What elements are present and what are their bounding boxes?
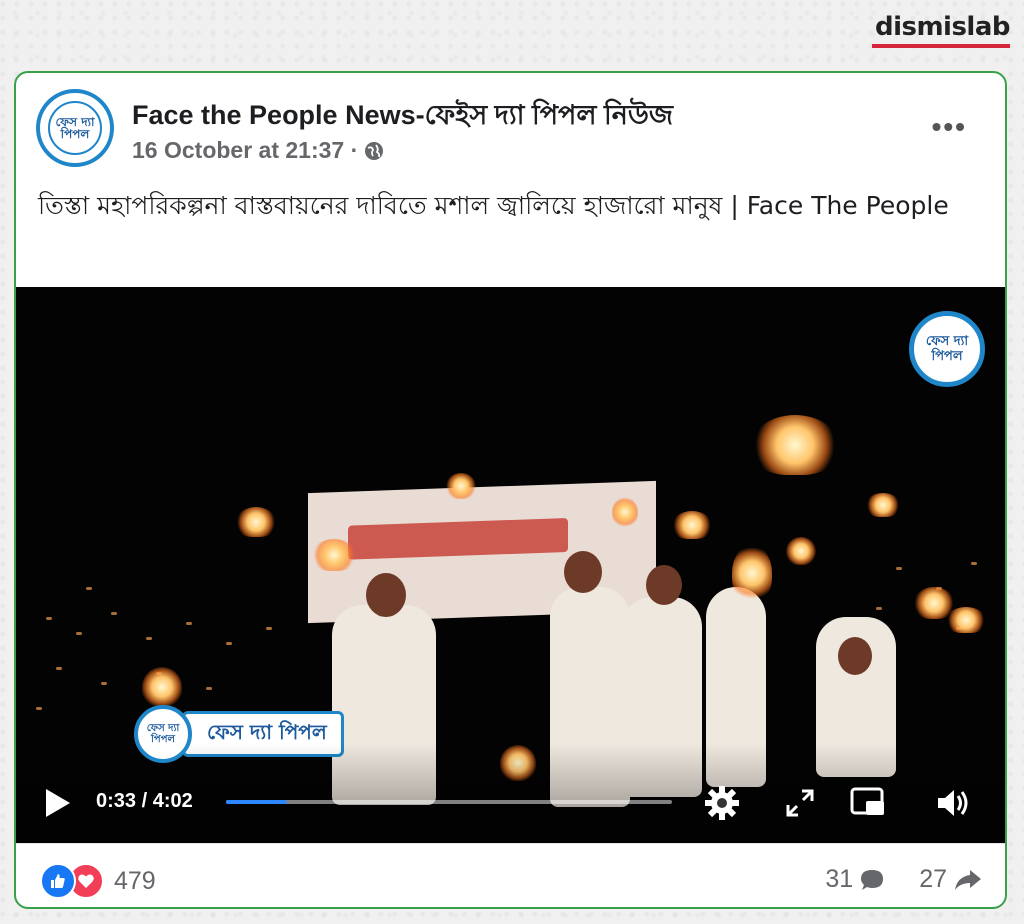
facebook-post-card: ফেস দ্যা পিপল Face the People News-ফেইস … — [14, 71, 1007, 909]
settings-gear-icon[interactable] — [702, 783, 742, 823]
reactions-summary[interactable]: 479 — [40, 863, 156, 899]
engagement-stats: 31 27 — [825, 865, 983, 894]
globe-icon — [365, 141, 384, 160]
video-player[interactable]: ফেস দ্যা পিপল ফেস দ্যা পিপল ফেস দ্যা পিপ… — [16, 287, 1005, 843]
channel-watermark-logo: ফেস দ্যা পিপল — [909, 311, 985, 387]
shares-count: 27 — [919, 865, 947, 893]
page-name-link[interactable]: Face the People News-ফেইস দ্যা পিপল নিউজ — [132, 95, 673, 140]
more-options-button[interactable]: ••• — [932, 111, 967, 143]
brand-name: dismislab — [874, 12, 1011, 42]
progress-track[interactable] — [226, 800, 672, 804]
lower-third-logo: ফেস দ্যা পিপল — [134, 705, 192, 763]
comments-stat[interactable]: 31 — [825, 865, 885, 894]
post-meta: 16 October at 21:37 · — [132, 137, 384, 164]
reaction-count: 479 — [114, 866, 156, 895]
play-icon[interactable] — [46, 789, 70, 817]
shares-stat[interactable]: 27 — [919, 865, 983, 894]
post-timestamp[interactable]: 16 October at 21:37 · — [132, 137, 358, 164]
footer-divider — [16, 843, 1005, 844]
avatar-logo-text: ফেস দ্যা পিপল — [48, 101, 102, 155]
fullscreen-icon[interactable] — [780, 783, 820, 823]
video-time: 0:33 / 4:02 — [96, 790, 193, 812]
brand-underline — [872, 44, 1010, 48]
share-arrow-icon — [955, 869, 981, 890]
page-avatar[interactable]: ফেস দ্যা পিপল — [36, 89, 114, 167]
progress-fill — [226, 800, 287, 804]
volume-icon[interactable] — [932, 783, 972, 823]
like-icon — [40, 863, 76, 899]
comment-icon — [861, 869, 884, 890]
post-caption: তিস্তা মহাপরিকল্পনা বাস্তবায়নের দাবিতে … — [38, 191, 949, 220]
picture-in-picture-icon[interactable] — [848, 783, 888, 823]
dismislab-logo: dismislab — [872, 12, 1011, 48]
comments-count: 31 — [825, 865, 854, 893]
